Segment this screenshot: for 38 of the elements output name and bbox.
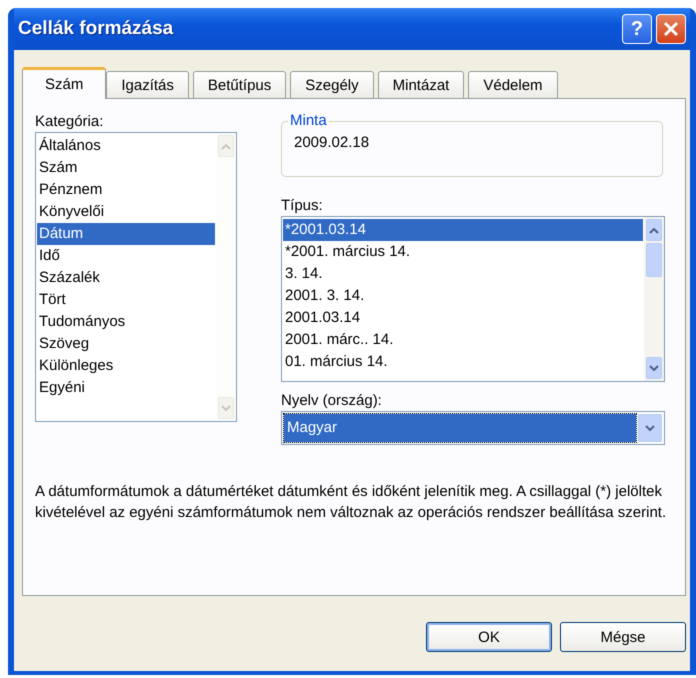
list-item[interactable]: Szám — [37, 157, 215, 179]
category-label: Kategória: — [35, 113, 104, 130]
list-item[interactable]: Pénznem — [37, 179, 215, 201]
list-item[interactable]: *2001. március 14. — [283, 241, 643, 263]
list-item[interactable]: Könyvelői — [37, 201, 215, 223]
list-item[interactable]: 2001. 3. 14. — [283, 285, 643, 307]
list-item[interactable]: Szöveg — [37, 333, 215, 355]
type-list[interactable]: *2001.03.14 *2001. március 14. 3. 14. 2001. 3. 14. 2001.03.14 2001. márc.. 14. 01. március 14. — [281, 216, 665, 382]
tab[interactable]: Szegély — [290, 71, 374, 99]
tab[interactable]: Igazítás — [106, 71, 189, 99]
tab[interactable]: Betűtípus — [192, 71, 286, 99]
list-item[interactable]: Idő — [37, 245, 215, 267]
list-item[interactable]: Tudományos — [37, 311, 215, 333]
sample-value: 2009.02.18 — [294, 134, 370, 151]
list-item[interactable]: 01. március 14. — [283, 351, 643, 373]
tab[interactable]: Mintázat — [378, 71, 464, 99]
language-label: Nyelv (ország): — [281, 392, 383, 409]
description-text: A dátumformátumok a dátumértéket dátumként és időként jelenítik meg. A csillaggal (*) jelöltek kivételével az egyéni számformátumok nem változnak az operációs rendszer beállítása szerint. — [35, 482, 668, 523]
list-item[interactable]: Általános — [37, 135, 215, 157]
tab[interactable]: Szám — [22, 67, 106, 99]
ok-button[interactable]: OK — [426, 622, 552, 652]
list-item[interactable]: 2001.03.14 — [283, 307, 643, 329]
list-item[interactable]: Egyéni — [37, 377, 215, 399]
window-title: Cellák formázása — [18, 18, 174, 40]
list-item[interactable]: 3. 14. — [283, 263, 643, 285]
language-dropdown[interactable]: Magyar — [281, 411, 665, 445]
category-list[interactable]: Általános Szám Pénznem Könyvelői Dátum Idő Százalék Tört Tudományos Szöveg Különleges Egyéni — [35, 132, 237, 422]
list-item[interactable]: Tört — [37, 289, 215, 311]
help-button[interactable]: ? — [622, 14, 652, 44]
list-item[interactable]: 2001. márc.. 14. — [283, 329, 643, 351]
dropdown-value: Magyar — [284, 414, 636, 442]
type-label: Típus: — [281, 197, 324, 214]
list-item[interactable]: Különleges — [37, 355, 215, 377]
tab[interactable]: Védelem — [468, 71, 558, 99]
cancel-button[interactable]: Mégse — [560, 622, 686, 652]
list-item[interactable]: Dátum — [37, 223, 215, 245]
list-item[interactable]: Százalék — [37, 267, 215, 289]
list-item[interactable]: *2001.03.14 — [283, 219, 643, 241]
